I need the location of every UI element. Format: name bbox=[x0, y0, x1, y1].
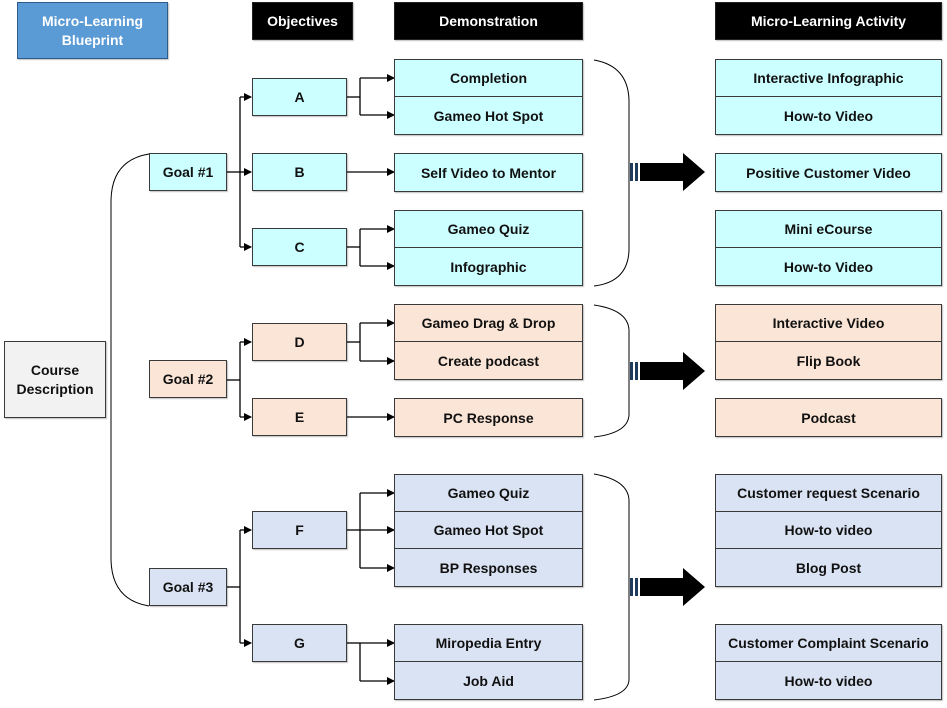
arrow-icon bbox=[630, 568, 705, 606]
demo-item: Infographic bbox=[450, 258, 527, 275]
activity-item: How-to video bbox=[716, 512, 941, 549]
demo-item: Gameo Hot Spot bbox=[433, 107, 544, 124]
activity-item: Podcast bbox=[801, 409, 856, 426]
activity-item: Positive Customer Video bbox=[746, 164, 911, 181]
arrow-icon bbox=[630, 352, 705, 390]
demo-item: Gameo Drag & Drop bbox=[395, 305, 582, 342]
objective-e: E bbox=[252, 398, 347, 436]
blueprint-title: Micro-Learning Blueprint bbox=[17, 2, 168, 59]
activity-group: Interactive Infographic How-to Video bbox=[715, 59, 942, 135]
brace-goal2 bbox=[593, 304, 630, 438]
objective-c: C bbox=[252, 228, 347, 266]
goal-2: Goal #2 bbox=[149, 360, 227, 398]
demo-item: Job Aid bbox=[463, 672, 514, 689]
demo-group-b: Self Video to Mentor bbox=[394, 153, 583, 192]
course-description: Course Description bbox=[4, 341, 106, 418]
activity-group: Positive Customer Video bbox=[715, 153, 942, 192]
activity-item: Interactive Video bbox=[716, 305, 941, 342]
objective-g: G bbox=[252, 624, 347, 662]
header-demonstration: Demonstration bbox=[394, 2, 583, 40]
brace-goal3 bbox=[593, 473, 630, 701]
demo-item: Self Video to Mentor bbox=[420, 164, 557, 181]
activity-item: Flip Book bbox=[796, 352, 861, 369]
arrow-icon bbox=[630, 153, 705, 191]
demo-group-g: Miropedia Entry Job Aid bbox=[394, 624, 583, 700]
activity-item: Blog Post bbox=[795, 559, 862, 576]
activity-item: How-to Video bbox=[783, 107, 874, 124]
demo-item: Gameo Quiz bbox=[395, 211, 582, 248]
demo-item: BP Responses bbox=[439, 559, 538, 576]
activity-item: Customer Complaint Scenario bbox=[716, 625, 941, 662]
activity-group: Customer Complaint Scenario How-to video bbox=[715, 624, 942, 700]
activity-group: Mini eCourse How-to Video bbox=[715, 210, 942, 286]
brace-goal1 bbox=[593, 59, 630, 287]
activity-item: Customer request Scenario bbox=[716, 475, 941, 512]
demo-item: Completion bbox=[395, 60, 582, 97]
header-activity: Micro-Learning Activity bbox=[715, 2, 942, 40]
course-brace bbox=[110, 153, 150, 607]
objective-d: D bbox=[252, 323, 347, 361]
demo-group-f: Gameo Quiz Gameo Hot Spot BP Responses bbox=[394, 474, 583, 587]
activity-group: Podcast bbox=[715, 398, 942, 437]
activity-item: How-to video bbox=[784, 672, 873, 689]
goal-1: Goal #1 bbox=[149, 153, 227, 191]
activity-item: Mini eCourse bbox=[716, 211, 941, 248]
demo-group-c: Gameo Quiz Infographic bbox=[394, 210, 583, 286]
demo-group-e: PC Response bbox=[394, 398, 583, 437]
demo-item: Gameo Quiz bbox=[395, 475, 582, 512]
objective-f: F bbox=[252, 511, 347, 549]
activity-group: Customer request Scenario How-to video B… bbox=[715, 474, 942, 587]
demo-group-a: Completion Gameo Hot Spot bbox=[394, 59, 583, 135]
header-objectives: Objectives bbox=[252, 2, 353, 40]
activity-group: Interactive Video Flip Book bbox=[715, 304, 942, 380]
demo-group-d: Gameo Drag & Drop Create podcast bbox=[394, 304, 583, 380]
demo-item: Miropedia Entry bbox=[395, 625, 582, 662]
activity-item: How-to Video bbox=[783, 258, 874, 275]
goal-3: Goal #3 bbox=[149, 568, 227, 606]
activity-item: Interactive Infographic bbox=[716, 60, 941, 97]
demo-item: PC Response bbox=[443, 409, 534, 426]
objective-a: A bbox=[252, 78, 347, 116]
objective-b: B bbox=[252, 153, 347, 191]
demo-item: Gameo Hot Spot bbox=[395, 512, 582, 549]
demo-item: Create podcast bbox=[437, 352, 540, 369]
